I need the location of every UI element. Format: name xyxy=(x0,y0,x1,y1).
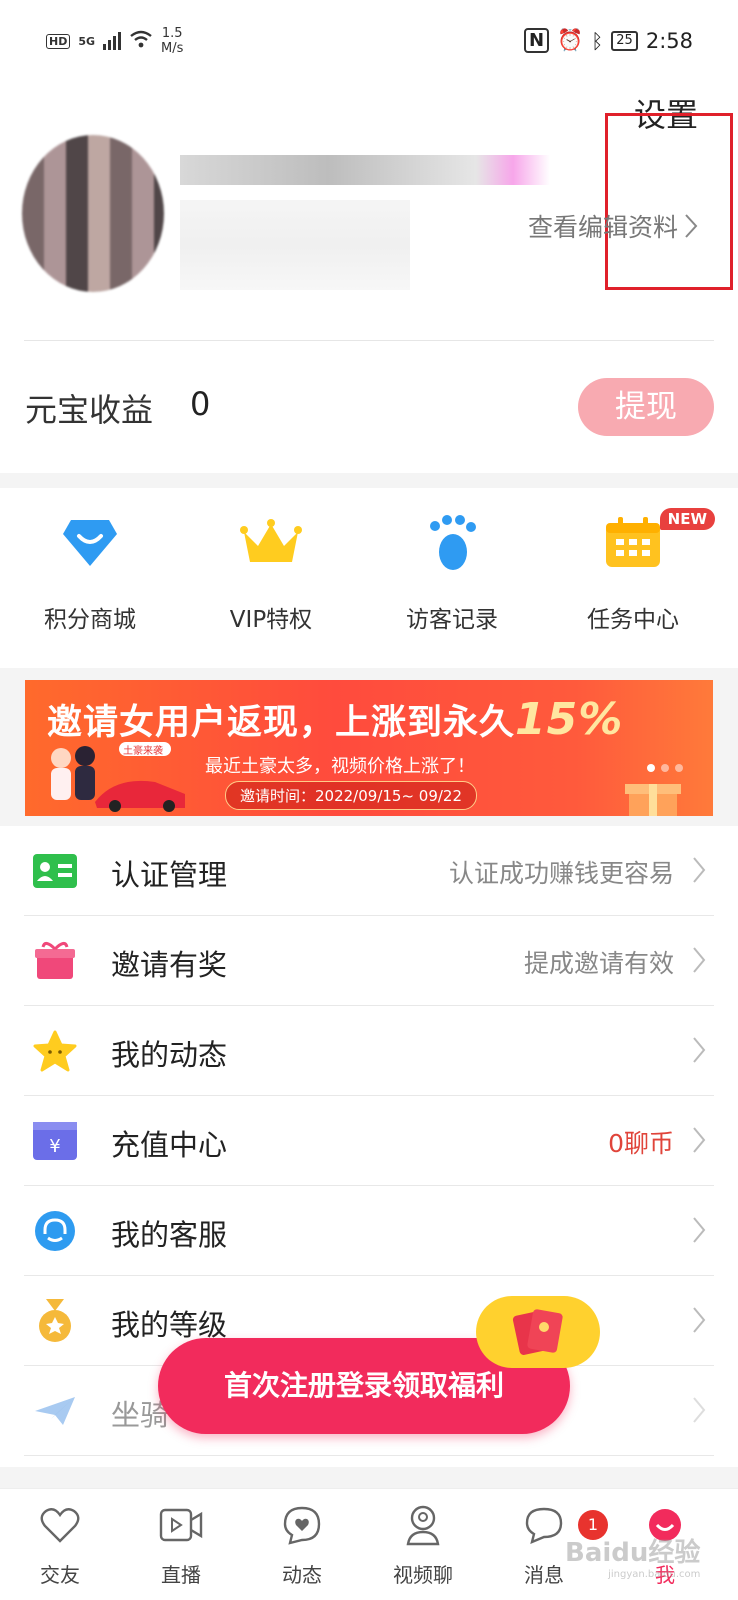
svg-text:¥: ¥ xyxy=(49,1136,60,1157)
menu-item-invite[interactable]: 邀请有奖 提成邀请有效 xyxy=(24,916,714,1006)
quick-actions: 积分商城 VIP特权 访客记录 任务中心 NEW xyxy=(0,488,738,668)
banner-art-label: 土豪来袭 xyxy=(123,746,163,757)
diamond-icon xyxy=(10,508,170,578)
star-icon xyxy=(32,1028,78,1074)
menu-item-my-moments[interactable]: 我的动态 xyxy=(24,1006,714,1096)
status-bar: HD 5G 1.5 M/s N ⏰ ᛒ 25 2:58 xyxy=(0,0,738,80)
gift-box-icon xyxy=(625,784,681,816)
menu-item-hint: 提成邀请有效 xyxy=(523,949,674,978)
chevron-right-icon xyxy=(693,1127,706,1153)
chevron-right-icon xyxy=(685,214,698,238)
menu-item-label: 邀请有奖 xyxy=(111,948,228,982)
chevron-right-icon xyxy=(693,1397,706,1423)
chevron-right-icon xyxy=(693,1307,706,1333)
nickname-blurred xyxy=(180,155,550,185)
speed-value: 1.5 xyxy=(161,26,183,41)
alarm-icon: ⏰ xyxy=(557,28,584,52)
red-packet-button[interactable] xyxy=(476,1296,600,1368)
quick-action-label: 任务中心 xyxy=(587,607,679,633)
medal-icon xyxy=(32,1298,78,1344)
earnings-value: 0 xyxy=(190,385,211,423)
menu-item-customer-service[interactable]: 我的客服 xyxy=(24,1186,714,1276)
hd-indicator: HD xyxy=(46,33,71,49)
quick-action-points-mall[interactable]: 积分商城 xyxy=(10,508,170,634)
new-badge: NEW xyxy=(659,508,715,530)
user-info-blurred xyxy=(180,200,410,290)
nav-tab-live[interactable]: 直播 xyxy=(126,1501,236,1588)
avatar[interactable] xyxy=(22,135,164,292)
wifi-icon xyxy=(129,29,153,53)
bluetooth-icon: ᛒ xyxy=(591,28,604,53)
promo-banner[interactable]: 邀请女用户返现，上涨到永久15% 土豪来袭 最近土豪太多，视频价格上涨了！ 邀请… xyxy=(25,680,713,816)
person-icon xyxy=(368,1501,478,1549)
nav-label: 视频聊 xyxy=(393,1563,453,1587)
banner-title-highlight: 15% xyxy=(515,694,624,745)
chat-heart-icon xyxy=(247,1501,357,1549)
plane-icon xyxy=(32,1388,78,1434)
video-icon xyxy=(126,1501,236,1549)
nav-label: 动态 xyxy=(282,1563,322,1587)
menu-item-hint: 认证成功赚钱更容易 xyxy=(448,859,674,888)
watermark-text: Baidu经验 xyxy=(565,1538,701,1568)
nav-label: 交友 xyxy=(40,1563,80,1587)
edit-profile-label: 查看编辑资料 xyxy=(527,213,678,242)
crown-icon xyxy=(191,508,351,578)
nav-tab-moments[interactable]: 动态 xyxy=(247,1501,357,1588)
menu-item-label: 认证管理 xyxy=(111,858,228,892)
wallet-icon: ¥ xyxy=(32,1118,78,1164)
status-left: HD 5G 1.5 M/s xyxy=(46,26,183,56)
watermark: Baidu经验 jingyan.baidu.com xyxy=(565,1532,700,1580)
highlight-annotation-box xyxy=(605,113,733,290)
menu-item-label: 我的动态 xyxy=(111,1038,228,1072)
banner-area: 邀请女用户返现，上涨到永久15% 土豪来袭 最近土豪太多，视频价格上涨了！ 邀请… xyxy=(0,668,738,826)
network-speed: 1.5 M/s xyxy=(161,26,183,56)
quick-action-label: 积分商城 xyxy=(44,607,136,633)
speed-unit: M/s xyxy=(161,41,184,56)
carousel-dots xyxy=(647,764,683,772)
banner-title: 邀请女用户返现，上涨到永久15% xyxy=(47,694,623,745)
network-label: 5G xyxy=(78,34,96,48)
watermark-sub: jingyan.baidu.com xyxy=(608,1569,701,1580)
heart-icon xyxy=(5,1501,115,1549)
clock: 2:58 xyxy=(645,28,693,53)
withdraw-button[interactable]: 提现 xyxy=(578,378,714,436)
quick-action-task-center[interactable]: 任务中心 NEW xyxy=(553,508,715,634)
earnings-label: 元宝收益 xyxy=(25,391,154,429)
chevron-right-icon xyxy=(693,1037,706,1063)
nav-tab-friends[interactable]: 交友 xyxy=(5,1501,115,1588)
menu-item-hint: 0聊币 xyxy=(608,1129,674,1158)
menu-item-label: 我的客服 xyxy=(111,1218,228,1252)
banner-title-text: 邀请女用户返现，上涨到永久 xyxy=(47,703,516,743)
nfc-icon: N xyxy=(524,28,550,53)
footprint-icon xyxy=(372,508,532,578)
nav-tab-video-chat[interactable]: 视频聊 xyxy=(368,1501,478,1588)
banner-time: 邀请时间：2022/09/15~ 09/22 xyxy=(225,781,478,810)
carousel-dot xyxy=(647,764,655,772)
profile-header: 设置 查看编辑资料 元宝收益 0 提现 xyxy=(0,80,738,473)
quick-action-label: 访客记录 xyxy=(406,607,498,633)
banner-illustration: 土豪来袭 xyxy=(35,742,195,812)
carousel-dot xyxy=(675,764,683,772)
id-card-icon xyxy=(32,848,78,894)
carousel-dot xyxy=(661,764,669,772)
chevron-right-icon xyxy=(693,1217,706,1243)
battery-icon: 25 xyxy=(611,30,638,51)
quick-action-label: VIP特权 xyxy=(229,607,313,633)
menu-item-label: 充值中心 xyxy=(111,1128,228,1162)
divider xyxy=(24,340,714,341)
nav-label: 直播 xyxy=(161,1563,201,1587)
quick-action-vip[interactable]: VIP特权 xyxy=(191,508,351,634)
gift-icon xyxy=(32,938,78,984)
status-right: N ⏰ ᛒ 25 2:58 xyxy=(524,28,693,53)
signal-icon xyxy=(103,32,122,50)
menu-item-verification[interactable]: 认证管理 认证成功赚钱更容易 xyxy=(24,826,714,916)
chevron-right-icon xyxy=(693,857,706,883)
quick-action-visitors[interactable]: 访客记录 xyxy=(372,508,532,634)
edit-profile-link[interactable]: 查看编辑资料 xyxy=(528,208,698,244)
chevron-right-icon xyxy=(693,947,706,973)
red-packet-icon xyxy=(512,1309,563,1355)
menu-item-recharge[interactable]: ¥ 充值中心 0聊币 xyxy=(24,1096,714,1186)
banner-subtitle: 最近土豪太多，视频价格上涨了！ xyxy=(205,756,475,777)
headset-icon xyxy=(32,1208,78,1254)
